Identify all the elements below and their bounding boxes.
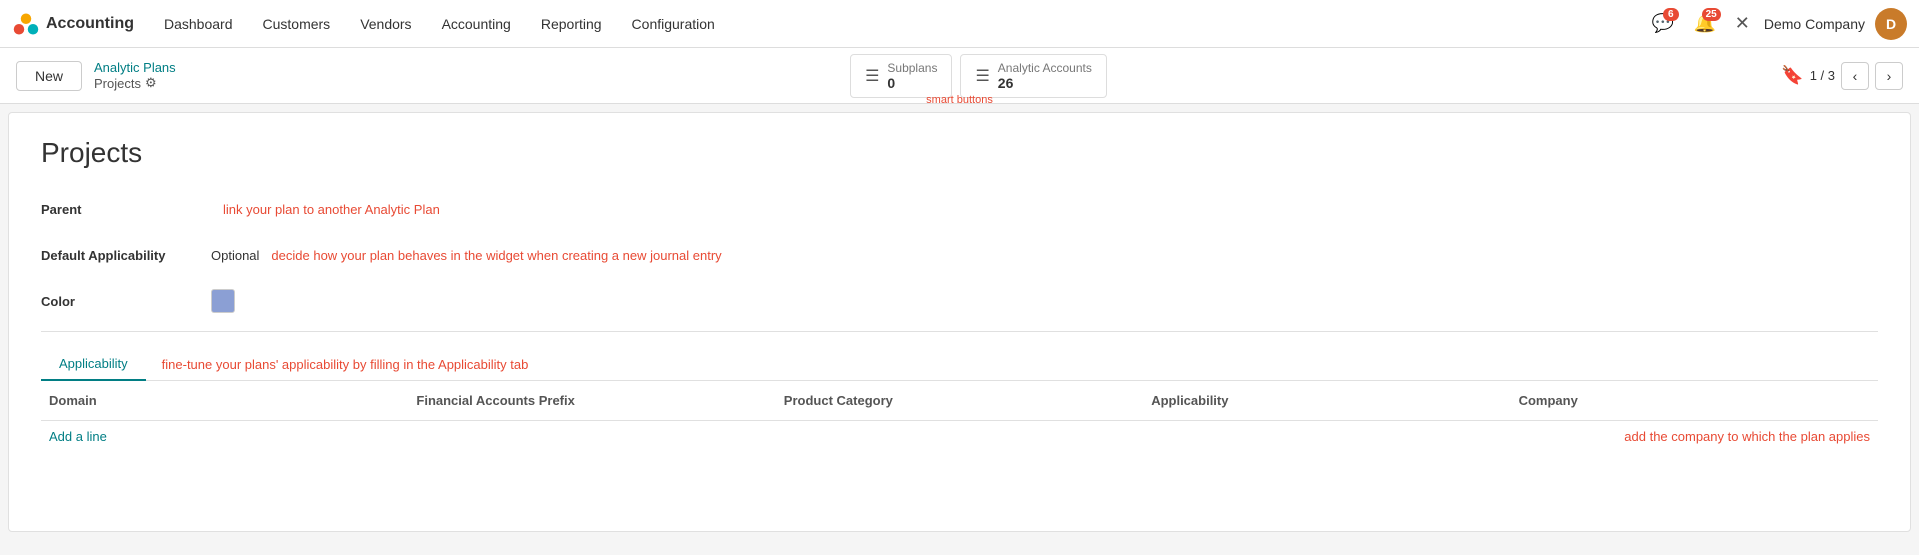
smart-buttons-area: ☰ Subplans 0 ☰ Analytic Accounts 26 smar… [188, 54, 1770, 98]
menu-accounting[interactable]: Accounting [428, 10, 525, 38]
page-total: 3 [1828, 68, 1835, 83]
subheader-bar: New Analytic Plans Projects ⚙ ☰ Subplans… [0, 48, 1919, 104]
main-form: Projects Parent link your plan to anothe… [8, 112, 1911, 532]
messages-button[interactable]: 💬 6 [1647, 8, 1679, 40]
alerts-button[interactable]: 🔔 25 [1689, 8, 1721, 40]
menu-dashboard[interactable]: Dashboard [150, 10, 247, 38]
table-header: Domain Financial Accounts Prefix Product… [41, 381, 1878, 421]
analytic-accounts-label: Analytic Accounts [998, 61, 1092, 75]
menu-configuration[interactable]: Configuration [618, 10, 729, 38]
company-hint: add the company to which the plan applie… [1616, 421, 1878, 452]
tabs-row: Applicability fine-tune your plans' appl… [41, 348, 1878, 381]
col-product-category: Product Category [776, 389, 1143, 412]
record-title: Projects [41, 137, 1878, 169]
analytic-accounts-count: 26 [998, 75, 1014, 91]
table-body: Add a line add the company to which the … [41, 421, 1878, 452]
topnav-right-controls: 💬 6 🔔 25 ✕ Demo Company D [1647, 8, 1907, 40]
breadcrumb-parent[interactable]: Analytic Plans [94, 60, 176, 75]
analytic-accounts-content: Analytic Accounts 26 [998, 61, 1092, 91]
breadcrumb-current-row: Projects ⚙ [94, 75, 176, 91]
col-financial-accounts-prefix: Financial Accounts Prefix [408, 389, 775, 412]
parent-label: Parent [41, 202, 211, 217]
tab-applicability[interactable]: Applicability [41, 348, 146, 381]
next-page-button[interactable]: › [1875, 62, 1903, 90]
parent-field-row: Parent link your plan to another Analyti… [41, 193, 1878, 225]
default-applicability-label: Default Applicability [41, 248, 211, 263]
close-button[interactable]: ✕ [1731, 9, 1754, 38]
default-applicability-value[interactable]: Optional [211, 248, 259, 263]
top-menu: Dashboard Customers Vendors Accounting R… [150, 10, 1643, 38]
top-navigation: Accounting Dashboard Customers Vendors A… [0, 0, 1919, 48]
previous-page-button[interactable]: ‹ [1841, 62, 1869, 90]
menu-customers[interactable]: Customers [249, 10, 345, 38]
new-button[interactable]: New [16, 61, 82, 91]
parent-hint: link your plan to another Analytic Plan [223, 202, 440, 217]
menu-vendors[interactable]: Vendors [346, 10, 425, 38]
bookmark-icon[interactable]: 🔖 [1781, 65, 1803, 86]
alerts-badge: 25 [1702, 8, 1721, 21]
company-name[interactable]: Demo Company [1764, 16, 1865, 32]
record-pagination: 🔖 1 / 3 ‹ › [1781, 62, 1903, 90]
subplans-smart-button[interactable]: ☰ Subplans 0 [850, 54, 952, 98]
color-label: Color [41, 294, 211, 309]
page-info: 1 / 3 [1810, 68, 1835, 83]
smart-buttons-caption: smart buttons [926, 94, 993, 106]
list-icon-2: ☰ [975, 66, 989, 86]
form-divider [41, 331, 1878, 332]
col-domain: Domain [41, 389, 408, 412]
list-icon: ☰ [865, 66, 879, 86]
color-field-row: Color [41, 285, 1878, 317]
app-logo[interactable]: Accounting [12, 10, 134, 38]
breadcrumb-current: Projects [94, 76, 141, 91]
page-current: 1 [1810, 68, 1817, 83]
odoo-logo-icon [12, 10, 40, 38]
default-applicability-hint: decide how your plan behaves in the widg… [271, 248, 721, 263]
menu-reporting[interactable]: Reporting [527, 10, 616, 38]
breadcrumb: Analytic Plans Projects ⚙ [94, 60, 176, 91]
subplans-content: Subplans 0 [887, 61, 937, 91]
subplans-count: 0 [887, 75, 895, 91]
analytic-accounts-smart-button[interactable]: ☰ Analytic Accounts 26 [960, 54, 1106, 98]
tab-hint: fine-tune your plans' applicability by f… [162, 348, 529, 380]
add-line-button[interactable]: Add a line [41, 421, 115, 452]
default-applicability-field-row: Default Applicability Optional decide ho… [41, 239, 1878, 271]
app-name: Accounting [46, 15, 134, 33]
user-avatar[interactable]: D [1875, 8, 1907, 40]
color-picker[interactable] [211, 289, 235, 313]
subplans-label: Subplans [887, 61, 937, 75]
col-company: Company [1511, 389, 1878, 412]
col-applicability: Applicability [1143, 389, 1510, 412]
messages-badge: 6 [1663, 8, 1679, 21]
settings-gear-icon[interactable]: ⚙ [145, 75, 157, 91]
